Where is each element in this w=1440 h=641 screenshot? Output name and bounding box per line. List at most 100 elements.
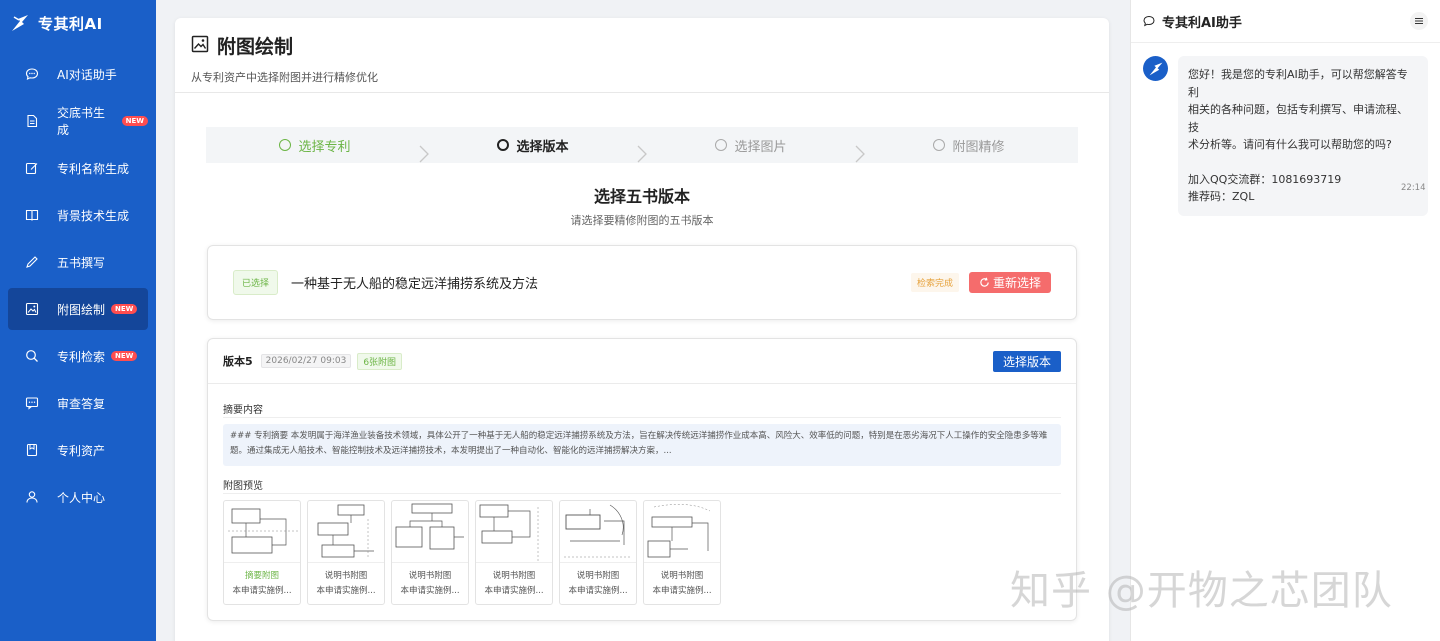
message-line: 相关的各种问题，包括专利撰写、申请流程、技 [1188, 103, 1408, 134]
figure-description: 本申请实施例... [400, 586, 460, 596]
document-icon [25, 114, 39, 128]
figure-type: 说明书附图 [660, 571, 704, 581]
sidebar-item[interactable]: 专利名称生成 [8, 147, 148, 189]
steps-bar: 选择专利 选择版本 选择图片 附图精修 [206, 127, 1078, 163]
user-icon [25, 490, 39, 504]
sidebar-item-label: 个人中心 [57, 490, 106, 505]
list-icon [1415, 18, 1423, 24]
sidebar-item[interactable]: 附图绘制 NEW [8, 288, 148, 330]
sidebar-item[interactable]: 专利检索 NEW [8, 335, 148, 377]
page-subtitle: 从专利资产中选择附图并进行精修优化 [191, 71, 378, 84]
edit-icon [25, 161, 39, 175]
figure-type: 说明书附图 [576, 571, 620, 581]
version-card: 版本5 2026/02/27 09:03 6张附图 选择版本 摘要内容 ### … [207, 338, 1077, 621]
figure-description: 本申请实施例... [316, 586, 376, 596]
referral-code-line: 推荐码：ZQL [1188, 190, 1255, 203]
figure-type: 摘要附图 [244, 571, 279, 581]
reselect-label: 重新选择 [992, 276, 1041, 290]
sidebar-item-label: 专利名称生成 [57, 161, 130, 176]
figure-preview-image [308, 501, 384, 563]
asset-icon [25, 443, 39, 457]
step: 选择版本 [424, 136, 647, 162]
figure-count-badge: 6张附图 [357, 352, 403, 370]
step-label: 选择专利 [298, 139, 351, 155]
figure-thumbnail[interactable]: 说明书附图本申请实施例... [643, 500, 721, 605]
page-header: 附图绘制 从专利资产中选择附图并进行精修优化 [175, 18, 1109, 93]
brand-name: 专其利AI [38, 14, 103, 33]
sidebar: 专其利AI AI对话助手交底书生成 NEW 专利名称生成 背景技术生成 五书撰写附图绘制… [0, 0, 156, 641]
sidebar-item-label: 审查答复 [57, 396, 106, 411]
step-label: 附图精修 [952, 139, 1005, 155]
step: 选择专利 [206, 136, 429, 162]
message-line: 术分析等。请问有什么我可以帮助您的吗? [1188, 138, 1392, 151]
message-line: 您好！我是您的专利AI助手，可以帮您解答专利 [1188, 68, 1408, 99]
abstract-label: 摘要内容 [223, 405, 263, 416]
sidebar-item[interactable]: 背景技术生成 [8, 194, 148, 236]
step-circle-icon [497, 139, 510, 151]
figure-thumbnail[interactable]: 说明书附图本申请实施例... [475, 500, 553, 605]
reselect-button[interactable]: 重新选择 [968, 272, 1051, 293]
divider [223, 493, 1061, 494]
chat-title: 专其利AI助手 [1162, 15, 1242, 31]
step-circle-icon [715, 139, 728, 151]
main-panel: 附图绘制 从专利资产中选择附图并进行精修优化 选择专利 选择版本 选择图片 附图精修 … [175, 18, 1109, 641]
book-icon [25, 208, 39, 222]
sidebar-item-label: 交底书生成 [57, 106, 106, 137]
assistant-message: 您好！我是您的专利AI助手，可以帮您解答专利 相关的各种问题，包括专利撰写、申请… [1178, 56, 1428, 216]
page-title: 附图绘制 [217, 36, 294, 58]
figure-type: 说明书附图 [492, 571, 536, 581]
image-icon [25, 302, 39, 316]
figure-description: 本申请实施例... [568, 586, 628, 596]
search-icon [25, 349, 39, 363]
brand[interactable]: 专其利AI [0, 0, 156, 46]
assistant-avatar [1143, 56, 1168, 81]
sidebar-item[interactable]: 五书撰写 [8, 241, 148, 283]
sidebar-item-label: 专利检索 [57, 349, 106, 364]
divider [223, 417, 1061, 418]
figure-thumbnail[interactable]: 说明书附图本申请实施例... [307, 500, 385, 605]
message-time: 22:14 [1401, 183, 1426, 193]
refresh-icon [980, 277, 989, 287]
sidebar-item[interactable]: AI对话助手 [8, 53, 148, 95]
figure-type: 说明书附图 [324, 571, 368, 581]
chat-icon [25, 67, 39, 81]
section-title: 选择五书版本 [593, 187, 690, 206]
chat-panel: 专其利AI助手 您好！我是您的专利AI助手，可以帮您解答专利 相关的各种问题，包… [1130, 0, 1440, 641]
chat-menu-button[interactable] [1410, 12, 1428, 30]
sidebar-item[interactable]: 个人中心 [8, 476, 148, 518]
reply-icon [25, 396, 39, 410]
version-name: 版本5 [223, 355, 253, 368]
qq-group-line: 加入QQ交流群：1081693719 [1188, 172, 1342, 186]
selected-tag: 已选择 [233, 270, 279, 295]
status-badge: 检索完成 [910, 273, 959, 292]
sidebar-item[interactable]: 审查答复 [8, 382, 148, 424]
figure-thumbnail[interactable]: 说明书附图本申请实施例... [391, 500, 469, 605]
image-icon [191, 35, 209, 57]
sidebar-item-label: 五书撰写 [57, 255, 106, 270]
sidebar-item[interactable]: 专利资产 [8, 429, 148, 471]
step: 附图精修 [860, 136, 1078, 155]
new-badge: NEW [121, 116, 148, 126]
sidebar-item[interactable]: 交底书生成 NEW [8, 100, 148, 142]
figure-preview-image [476, 501, 552, 563]
abstract-text: ### 专利摘要 本发明属于海洋渔业装备技术领域，具体公开了一种基于无人船的稳定… [223, 424, 1061, 466]
figure-type: 说明书附图 [408, 571, 452, 581]
chat-header: 专其利AI助手 [1131, 0, 1440, 43]
figure-description: 本申请实施例... [232, 586, 292, 596]
step-circle-icon [279, 139, 292, 151]
version-date: 2026/02/27 09:03 [260, 354, 352, 368]
figure-description: 本申请实施例... [484, 586, 544, 596]
new-badge: NEW [111, 304, 138, 314]
figure-thumbnail[interactable]: 摘要附图本申请实施例... [223, 500, 301, 605]
figure-preview-image [560, 501, 636, 563]
section-subtitle: 请选择要精修附图的五书版本 [570, 214, 714, 227]
figure-preview-image [644, 501, 720, 563]
selected-patent-card: 已选择 一种基于无人船的稳定远洋捕捞系统及方法 检索完成 重新选择 [207, 245, 1077, 320]
figure-description: 本申请实施例... [652, 586, 712, 596]
step: 选择图片 [642, 136, 865, 162]
logo-icon [12, 15, 28, 31]
choose-version-button[interactable]: 选择版本 [992, 350, 1061, 372]
figure-preview-image [392, 501, 468, 563]
sidebar-item-label: 背景技术生成 [57, 208, 130, 223]
figure-thumbnail[interactable]: 说明书附图本申请实施例... [559, 500, 637, 605]
